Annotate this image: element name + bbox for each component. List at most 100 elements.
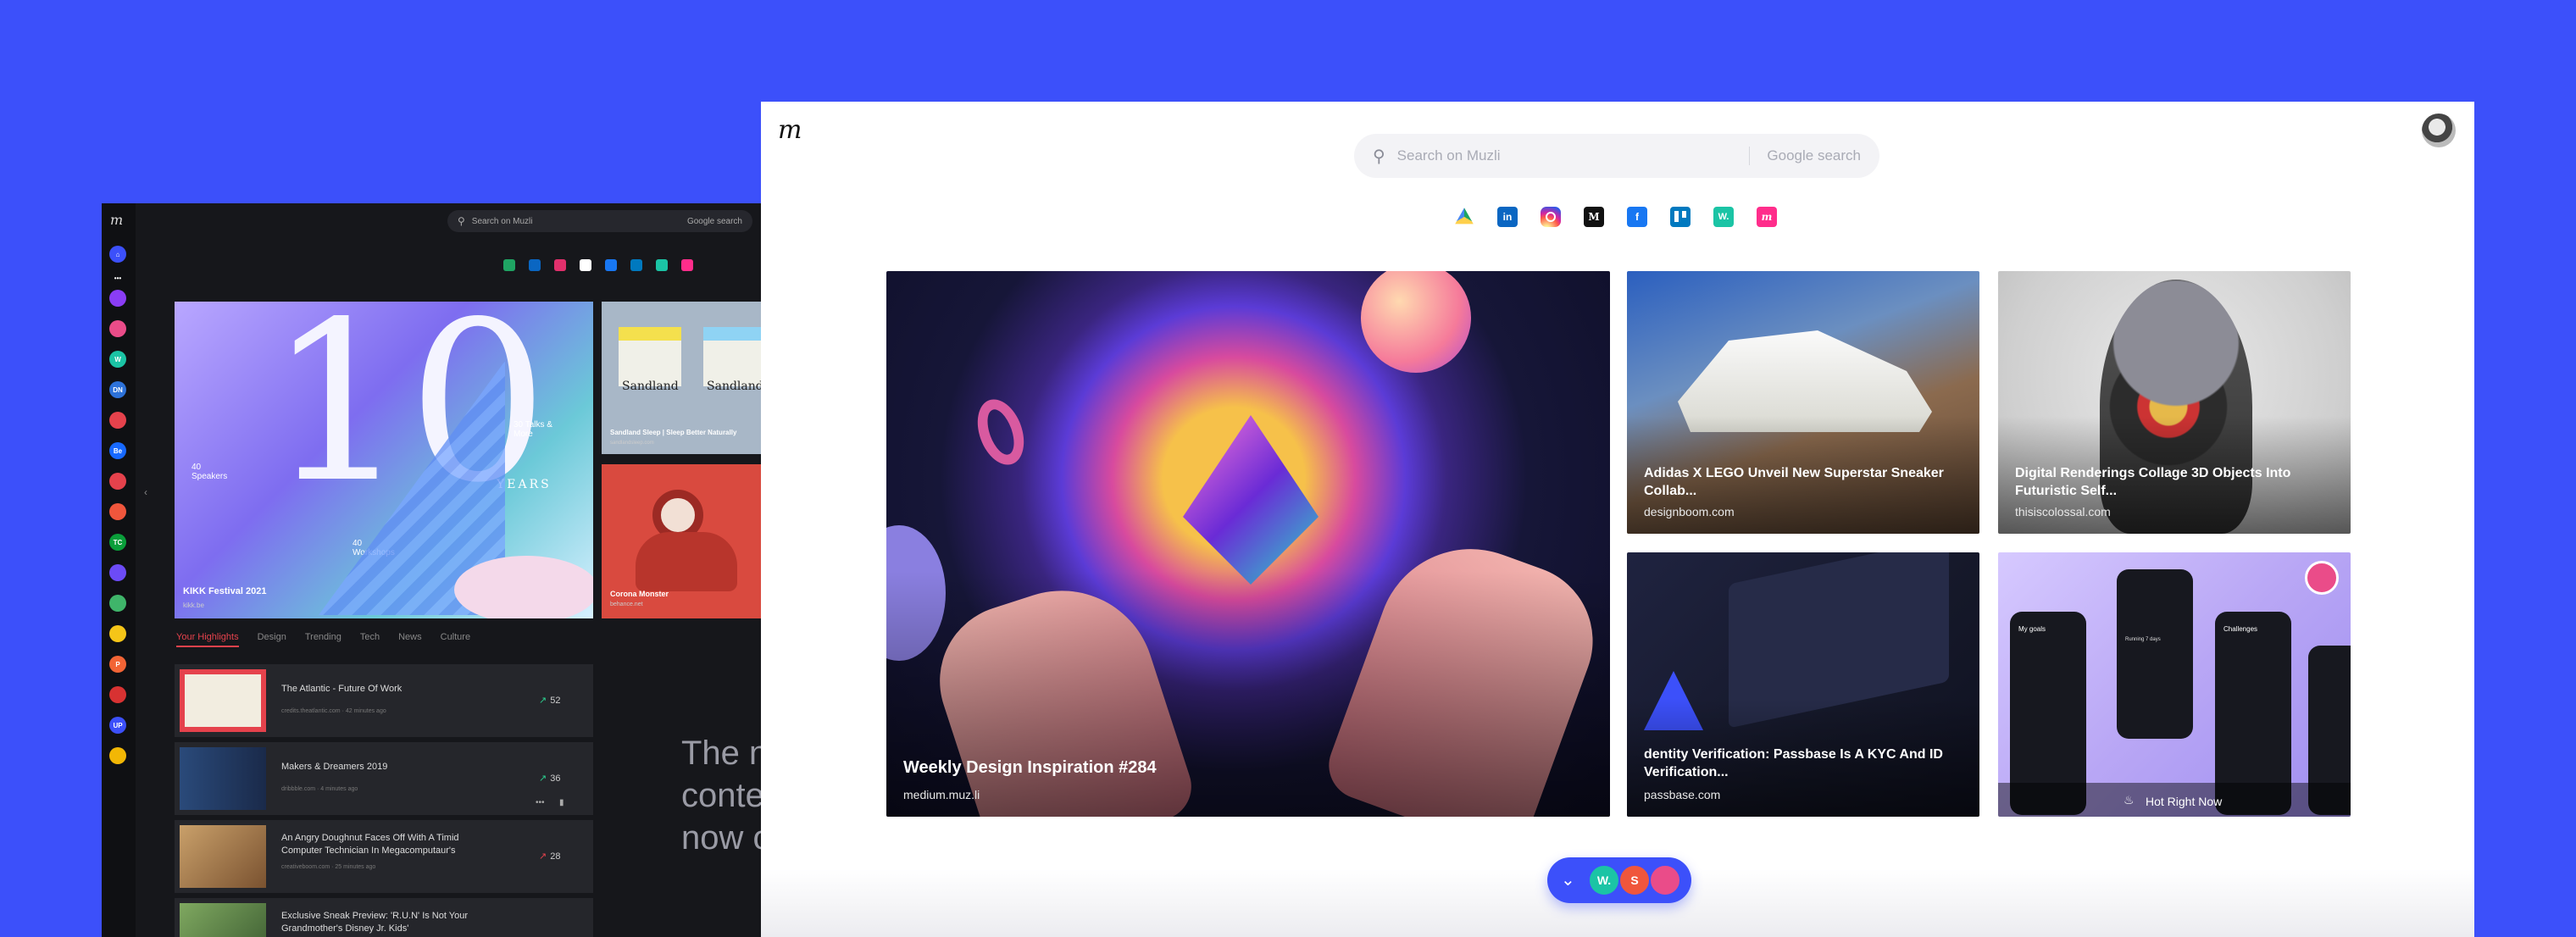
hero-tagline: The n conte now o — [681, 732, 772, 859]
tagline-line: now o — [681, 819, 772, 857]
source-icon-1[interactable] — [109, 290, 126, 307]
tile-cloud — [454, 556, 593, 618]
source-icon-14[interactable] — [109, 686, 126, 703]
art-phone-2 — [2117, 569, 2193, 739]
phone-label-goals: My goals — [2018, 625, 2046, 633]
feed-tile-kikk[interactable]: 10 YEARS 40 Speakers 40 Workshops 30 Tal… — [175, 302, 593, 618]
techcrunch-icon[interactable]: TC — [109, 534, 126, 551]
sources-toggle-bar[interactable]: ⌄ W. S — [1547, 857, 1691, 903]
list-item-title: Makers & Dreamers 2019 — [281, 762, 388, 772]
medium-icon[interactable] — [580, 259, 591, 271]
list-item-title: Exclusive Sneak Preview: 'R.U.N' Is Not … — [281, 911, 469, 934]
list-item[interactable]: Makers & Dreamers 2019 dribbble.com · 4 … — [175, 742, 593, 815]
designer-news-icon[interactable]: DN — [109, 381, 126, 398]
tile-brand-right: Sandland — [707, 380, 763, 393]
count-value: 28 — [550, 851, 561, 862]
source-icon-12[interactable] — [109, 625, 126, 642]
instagram-icon[interactable] — [554, 259, 566, 271]
tab-design[interactable]: Design — [258, 632, 286, 647]
tab-news[interactable]: News — [398, 632, 422, 647]
search-divider — [1749, 147, 1751, 165]
source-icon-10[interactable] — [109, 564, 126, 581]
list-item-thumbnail — [180, 669, 266, 732]
linkedin-icon[interactable]: in — [1497, 207, 1518, 227]
list-item-thumbnail — [180, 825, 266, 888]
list-item[interactable]: Exclusive Sneak Preview: 'R.U.N' Is Not … — [175, 898, 593, 937]
feed-card[interactable]: dentity Verification: Passbase Is A KYC … — [1627, 552, 1979, 817]
source-icon-7[interactable] — [109, 473, 126, 490]
tile-source: sandlandsleep.com — [610, 441, 654, 446]
tab-trending[interactable]: Trending — [305, 632, 341, 647]
muzli-icon[interactable] — [681, 259, 693, 271]
list-item-thumbnail — [180, 903, 266, 937]
feed-card-hot[interactable]: My goals Running 7 days Challenges ♨ Hot… — [1998, 552, 2351, 817]
list-item-thumbnail — [180, 747, 266, 810]
avatar[interactable] — [2422, 114, 2456, 147]
list-item-title: An Angry Doughnut Faces Off With A Timid… — [281, 833, 459, 856]
source-icon-5[interactable] — [109, 412, 126, 429]
dark-google-search[interactable]: Google search — [687, 217, 742, 226]
feed-card[interactable]: Adidas X LEGO Unveil New Superstar Sneak… — [1627, 271, 1979, 534]
tab-your-highlights[interactable]: Your Highlights — [176, 632, 239, 647]
medium-icon[interactable]: M — [1584, 207, 1604, 227]
smashing-icon[interactable] — [109, 503, 126, 520]
trend-up-icon: ↗ — [539, 773, 547, 784]
search-icon: ⚲ — [1373, 147, 1385, 166]
trend-up-icon: ↗ — [539, 851, 547, 862]
list-item[interactable]: An Angry Doughnut Faces Off With A Timid… — [175, 820, 593, 893]
trello-icon[interactable] — [630, 259, 642, 271]
webflow-icon[interactable] — [656, 259, 668, 271]
dribbble-icon[interactable] — [109, 320, 126, 337]
card-title: Weekly Design Inspiration #284 — [903, 758, 1157, 777]
ux-planet-icon[interactable]: UP — [109, 717, 126, 734]
webflow-icon[interactable]: W — [109, 351, 126, 368]
more-icon[interactable]: ••• — [109, 269, 126, 286]
smashing-icon[interactable]: S — [1618, 864, 1651, 896]
list-item-meta: credits.theatlantic.com · 42 minutes ago — [281, 708, 386, 714]
feed-tabs: Your Highlights Design Trending Tech New… — [176, 632, 470, 647]
tab-culture[interactable]: Culture — [441, 632, 470, 647]
count-value: 52 — [550, 696, 561, 706]
source-sidebar: m ⌂ ••• W DN Be TC P UP — [102, 203, 136, 937]
google-drive-icon[interactable] — [503, 259, 515, 271]
muzli-icon[interactable]: m — [1757, 207, 1777, 227]
source-icon-16[interactable] — [109, 747, 126, 764]
search-icon: ⚲ — [458, 215, 465, 227]
webflow-icon[interactable]: W. — [1588, 864, 1620, 896]
webflow-icon[interactable]: W. — [1713, 207, 1734, 227]
list-item-count: ↗ 36 — [539, 773, 560, 784]
card-title: Digital Renderings Collage 3D Objects In… — [2015, 466, 2291, 498]
tile-talks-label: 30 Talks & More — [514, 420, 552, 439]
muzli-new-tab-window: m ⚲ Google search in M f W. m Weekly Des… — [761, 102, 2474, 937]
tile-brand-left: Sandland — [622, 380, 679, 393]
card-source: medium.muz.li — [903, 788, 980, 801]
card-source: designboom.com — [1644, 505, 1735, 518]
more-options-icon[interactable]: ••• — [536, 798, 545, 807]
feed-card[interactable]: Digital Renderings Collage 3D Objects In… — [1998, 271, 2351, 534]
facebook-icon[interactable]: f — [1627, 207, 1647, 227]
google-drive-icon[interactable] — [1455, 208, 1474, 225]
google-search-button[interactable]: Google search — [1767, 147, 1861, 164]
behance-icon[interactable]: Be — [109, 442, 126, 459]
producthunt-icon[interactable]: P — [109, 656, 126, 673]
list-item[interactable]: The Atlantic - Future Of Work credits.th… — [175, 664, 593, 737]
card-title: dentity Verification: Passbase Is A KYC … — [1644, 747, 1943, 779]
chevron-down-icon[interactable]: ⌄ — [1561, 869, 1575, 890]
facebook-icon[interactable] — [605, 259, 617, 271]
list-item-count: ↗ 28 — [539, 851, 560, 862]
bookmark-icon[interactable]: ▮ — [559, 798, 564, 807]
tab-tech[interactable]: Tech — [360, 632, 380, 647]
dark-search-bar[interactable]: ⚲ Search on Muzli Google search — [447, 210, 752, 232]
fire-icon: ♨ — [2124, 793, 2135, 807]
linkedin-icon[interactable] — [529, 259, 541, 271]
home-icon[interactable]: ⌂ — [109, 246, 126, 263]
dribbble-icon[interactable] — [1649, 864, 1681, 896]
muzli-logo[interactable]: m — [778, 115, 802, 145]
instagram-icon[interactable] — [1541, 207, 1561, 227]
collapse-sidebar-icon[interactable]: ‹ — [144, 486, 147, 498]
search-input[interactable] — [1396, 147, 1736, 164]
source-icon-11[interactable] — [109, 595, 126, 612]
feed-card-featured[interactable]: Weekly Design Inspiration #284 medium.mu… — [886, 271, 1610, 817]
trello-icon[interactable] — [1670, 207, 1690, 227]
list-item-meta: dribbble.com · 4 minutes ago — [281, 786, 358, 792]
